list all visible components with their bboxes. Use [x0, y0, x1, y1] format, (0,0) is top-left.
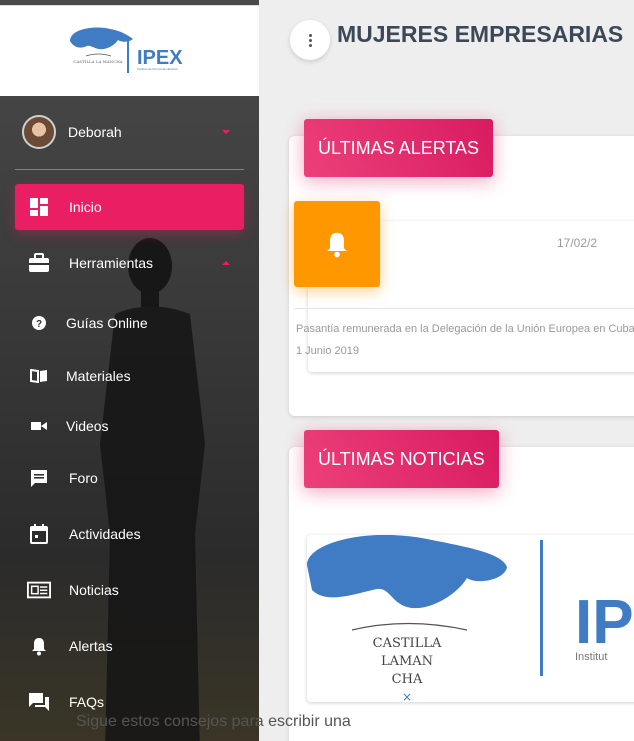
- more-vert-button[interactable]: [290, 20, 330, 60]
- sidebar-item-herramientas[interactable]: Herramientas: [15, 240, 244, 286]
- alert-text[interactable]: Pasantía remunerada en la Delegación de …: [296, 318, 634, 362]
- sidebar-item-label: Actividades: [69, 526, 141, 542]
- page-title: MUJERES EMPRESARIAS: [337, 21, 624, 47]
- alert-badge: [294, 201, 380, 287]
- logo-area[interactable]: CASTILLA LA MANCHA IPEX Instituto de Pro…: [0, 5, 259, 96]
- chevron-up-icon: [222, 261, 230, 265]
- divider: [15, 169, 244, 170]
- svg-text:CASTILLA: CASTILLA: [373, 636, 442, 651]
- user-name: Deborah: [68, 124, 122, 140]
- sidebar-item-inicio[interactable]: Inicio: [15, 184, 244, 230]
- chat-icon: [27, 690, 51, 714]
- briefcase-icon: [27, 251, 51, 275]
- sidebar: CASTILLA LA MANCHA IPEX Instituto de Pro…: [0, 0, 259, 741]
- bell-icon: [27, 634, 51, 658]
- user-profile[interactable]: Deborah: [15, 110, 244, 154]
- help-circle-icon: ?: [27, 311, 51, 335]
- sidebar-item-label: FAQs: [69, 694, 105, 710]
- avatar: [22, 115, 56, 149]
- sidebar-item-noticias[interactable]: Noticias: [15, 567, 244, 613]
- news-image[interactable]: CASTILLA LAMAN CHA × IPEX Institut: [307, 535, 634, 702]
- sidebar-item-foro[interactable]: Foro: [15, 455, 244, 501]
- dashboard-icon: [27, 195, 51, 219]
- news-text[interactable]: Sigue estos consejos para escribir una: [76, 713, 351, 731]
- divider: [294, 308, 634, 309]
- alerts-card-header: ÚLTIMAS ALERTAS: [304, 119, 494, 177]
- news-card-header: ÚLTIMAS NOTICIAS: [304, 430, 499, 488]
- svg-text:IPEX: IPEX: [575, 588, 634, 657]
- svg-text:?: ?: [36, 319, 42, 330]
- sidebar-item-label: Alertas: [69, 638, 113, 654]
- sidebar-item-guias-online[interactable]: ? Guías Online: [15, 300, 244, 346]
- sidebar-item-actividades[interactable]: Actividades: [15, 511, 244, 557]
- sidebar-item-videos[interactable]: Videos: [15, 403, 244, 449]
- sidebar-item-label: Herramientas: [69, 255, 154, 271]
- svg-text:IPEX: IPEX: [137, 47, 183, 69]
- svg-text:Instituto de Promoción Exterio: Instituto de Promoción Exterior: [137, 67, 178, 71]
- ipex-logo: CASTILLA LA MANCHA IPEX Instituto de Pro…: [70, 27, 183, 73]
- sidebar-item-label: Inicio: [69, 199, 102, 215]
- sidebar-item-alertas[interactable]: Alertas: [15, 623, 244, 669]
- sidebar-item-label: Guías Online: [66, 315, 148, 331]
- newspaper-icon: [27, 578, 51, 602]
- alerts-card-title: ÚLTIMAS ALERTAS: [318, 137, 480, 158]
- sidebar-item-label: Materiales: [66, 368, 131, 384]
- svg-text:CASTILLA LA MANCHA: CASTILLA LA MANCHA: [73, 59, 122, 64]
- book-icon: [27, 364, 51, 388]
- news-card: ÚLTIMAS NOTICIAS CASTILLA LAMAN CHA × IP…: [289, 430, 634, 741]
- sidebar-item-label: Videos: [66, 418, 109, 434]
- sidebar-item-materiales[interactable]: Materiales: [15, 353, 244, 399]
- svg-text:LAMAN: LAMAN: [381, 654, 433, 669]
- calendar-icon: [27, 522, 51, 546]
- news-card-title: ÚLTIMAS NOTICIAS: [318, 448, 485, 469]
- news-logo-image: CASTILLA LAMAN CHA × IPEX Institut: [307, 535, 634, 702]
- sidebar-item-label: Noticias: [69, 582, 119, 598]
- svg-text:×: ×: [402, 690, 412, 702]
- bell-icon: [327, 232, 347, 258]
- alert-date: 17/02/2: [557, 236, 598, 250]
- sidebar-item-label: Foro: [69, 470, 98, 486]
- main-content: MUJERES EMPRESARIAS ÚLTIMAS ALERTAS 17/0…: [259, 0, 634, 741]
- videocam-icon: [27, 414, 51, 438]
- svg-text:Institut: Institut: [575, 651, 607, 663]
- forum-icon: [27, 466, 51, 490]
- svg-text:CHA: CHA: [392, 672, 423, 687]
- chevron-down-icon: [222, 130, 230, 134]
